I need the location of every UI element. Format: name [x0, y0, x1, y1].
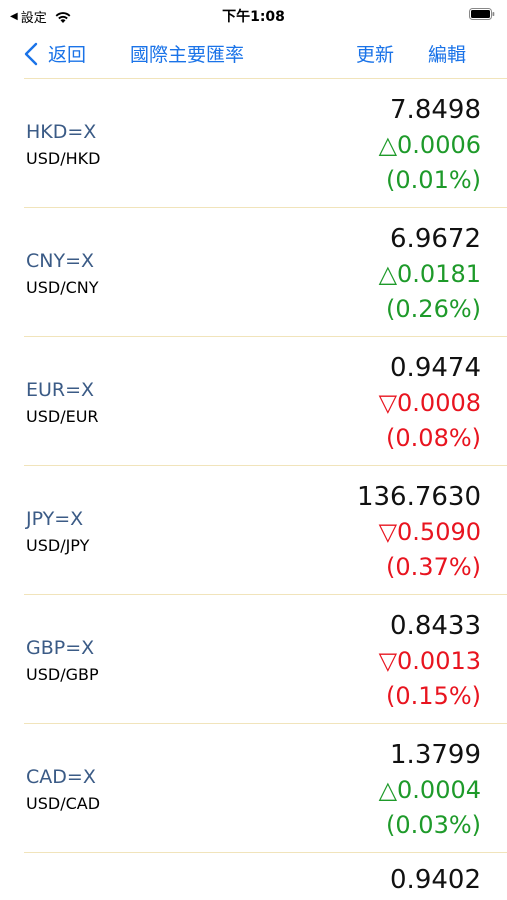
- rate-price: 0.8433: [390, 611, 481, 641]
- rate-symbol: CNY=X: [26, 250, 95, 272]
- chevron-left-icon: [24, 42, 38, 65]
- rate-change: ▽0.0013: [378, 647, 481, 675]
- rate-percent: (0.15%): [386, 682, 481, 710]
- rate-pair: USD/EUR: [26, 407, 99, 426]
- battery-icon: [469, 8, 495, 20]
- page-title: 國際主要匯率: [130, 44, 245, 66]
- rate-row[interactable]: JPY=X USD/JPY 136.7630 ▽0.5090 (0.37%): [24, 466, 507, 595]
- rate-pair: USD/HKD: [26, 149, 101, 168]
- rate-price: 7.8498: [390, 95, 481, 125]
- rate-row[interactable]: HKD=X USD/HKD 7.8498 △0.0006 (0.01%): [24, 79, 507, 208]
- rate-change: ▽0.5090: [378, 518, 481, 546]
- rate-row[interactable]: CAD=X USD/CAD 1.3799 △0.0004 (0.03%): [24, 724, 507, 853]
- rate-row[interactable]: GBP=X USD/GBP 0.8433 ▽0.0013 (0.15%): [24, 595, 507, 724]
- partial-row-price: 0.9402: [390, 865, 481, 895]
- refresh-button[interactable]: 更新: [356, 40, 394, 67]
- rate-change: △0.0006: [378, 131, 481, 159]
- rate-symbol: GBP=X: [26, 637, 95, 659]
- rate-pair: USD/CNY: [26, 278, 99, 297]
- rate-symbol: EUR=X: [26, 379, 95, 401]
- status-time: 下午1:08: [222, 9, 285, 25]
- rate-price: 6.9672: [390, 224, 481, 254]
- navigation-bar: 返回 國際主要匯率 更新 編輯: [0, 30, 507, 78]
- rate-price: 0.9474: [390, 353, 481, 383]
- rate-percent: (0.03%): [386, 811, 481, 839]
- rate-symbol: JPY=X: [26, 508, 84, 530]
- rates-list: HKD=X USD/HKD 7.8498 △0.0006 (0.01%) CNY…: [0, 79, 507, 853]
- rate-pair: USD/GBP: [26, 665, 99, 684]
- rate-percent: (0.01%): [386, 166, 481, 194]
- rate-row[interactable]: CNY=X USD/CNY 6.9672 △0.0181 (0.26%): [24, 208, 507, 337]
- rate-pair: USD/JPY: [26, 536, 90, 555]
- rate-price: 1.3799: [390, 740, 481, 770]
- rate-pair: USD/CAD: [26, 794, 101, 813]
- rate-price: 136.7630: [356, 482, 481, 512]
- rate-row[interactable]: EUR=X USD/EUR 0.9474 ▽0.0008 (0.08%): [24, 337, 507, 466]
- rate-symbol: HKD=X: [26, 121, 97, 143]
- edit-button[interactable]: 編輯: [428, 40, 466, 67]
- back-button[interactable]: 返回: [24, 40, 86, 67]
- rate-percent: (0.37%): [386, 553, 481, 581]
- rate-symbol: CAD=X: [26, 766, 96, 788]
- status-bar: ◀ 設定 下午1:08: [0, 0, 507, 30]
- rate-percent: (0.26%): [386, 295, 481, 323]
- rate-change: △0.0004: [378, 776, 481, 804]
- rate-change: △0.0181: [378, 260, 481, 288]
- rate-change: ▽0.0008: [378, 389, 481, 417]
- back-label: 返回: [48, 44, 87, 66]
- rate-percent: (0.08%): [386, 424, 481, 452]
